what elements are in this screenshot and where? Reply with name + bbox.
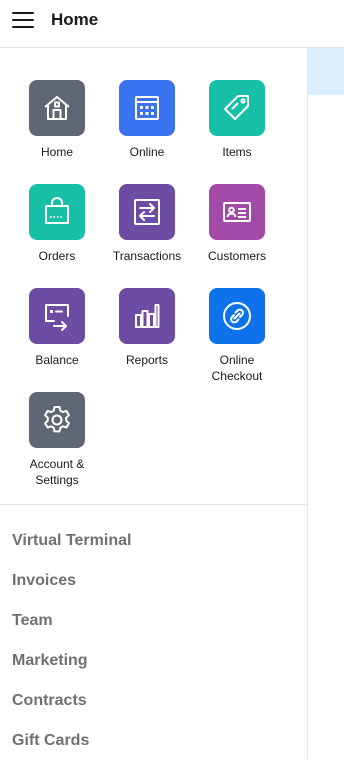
tile-balance[interactable]: Balance (12, 288, 102, 392)
content-banner (308, 48, 344, 95)
tile-label: Reports (125, 353, 169, 367)
id-card-icon (209, 184, 265, 240)
tile-online[interactable]: Online (102, 80, 192, 184)
page-title: Home (51, 10, 99, 29)
nav-item-virtual-terminal[interactable]: Virtual Terminal (12, 521, 292, 561)
section-divider (0, 504, 307, 505)
content-pane (307, 48, 344, 759)
tile-label: Transactions (112, 249, 182, 263)
gear-icon (29, 392, 85, 448)
tile-label: Items (222, 145, 252, 159)
online-calendar-icon (119, 80, 175, 136)
tile-label: Online Checkout (211, 353, 263, 383)
nav-item-contracts[interactable]: Contracts (12, 681, 292, 721)
nav-item-marketing[interactable]: Marketing (12, 641, 292, 681)
tile-items[interactable]: Items (192, 80, 282, 184)
tile-label: Customers (207, 249, 266, 263)
nav-list: Virtual Terminal Invoices Team Marketing… (12, 521, 292, 761)
tile-label: Balance (35, 353, 79, 367)
tile-orders[interactable]: Orders (12, 184, 102, 288)
tile-customers[interactable]: Customers (192, 184, 282, 288)
balance-transfer-icon (29, 288, 85, 344)
hamburger-menu-icon[interactable] (12, 11, 34, 29)
tile-transactions[interactable]: Transactions (102, 184, 192, 288)
bar-chart-icon (119, 288, 175, 344)
tile-label: Account & Settings (29, 457, 85, 487)
nav-item-invoices[interactable]: Invoices (12, 561, 292, 601)
nav-item-team[interactable]: Team (12, 601, 292, 641)
transfer-arrows-icon (119, 184, 175, 240)
tile-label: Online (129, 145, 165, 159)
nav-item-gift-cards[interactable]: Gift Cards (12, 721, 292, 761)
shopping-bag-icon (29, 184, 85, 240)
tile-reports[interactable]: Reports (102, 288, 192, 392)
app-header: Home (0, 0, 344, 48)
tile-account-settings[interactable]: Account & Settings (12, 392, 102, 496)
house-icon (29, 80, 85, 136)
tag-icon (209, 80, 265, 136)
tile-home[interactable]: Home (12, 80, 102, 184)
app-tile-grid: Home Online Items Orders Transactions Cu… (12, 80, 282, 496)
link-icon (209, 288, 265, 344)
tile-online-checkout[interactable]: Online Checkout (192, 288, 282, 392)
tile-label: Home (40, 145, 73, 159)
tile-label: Orders (38, 249, 76, 263)
